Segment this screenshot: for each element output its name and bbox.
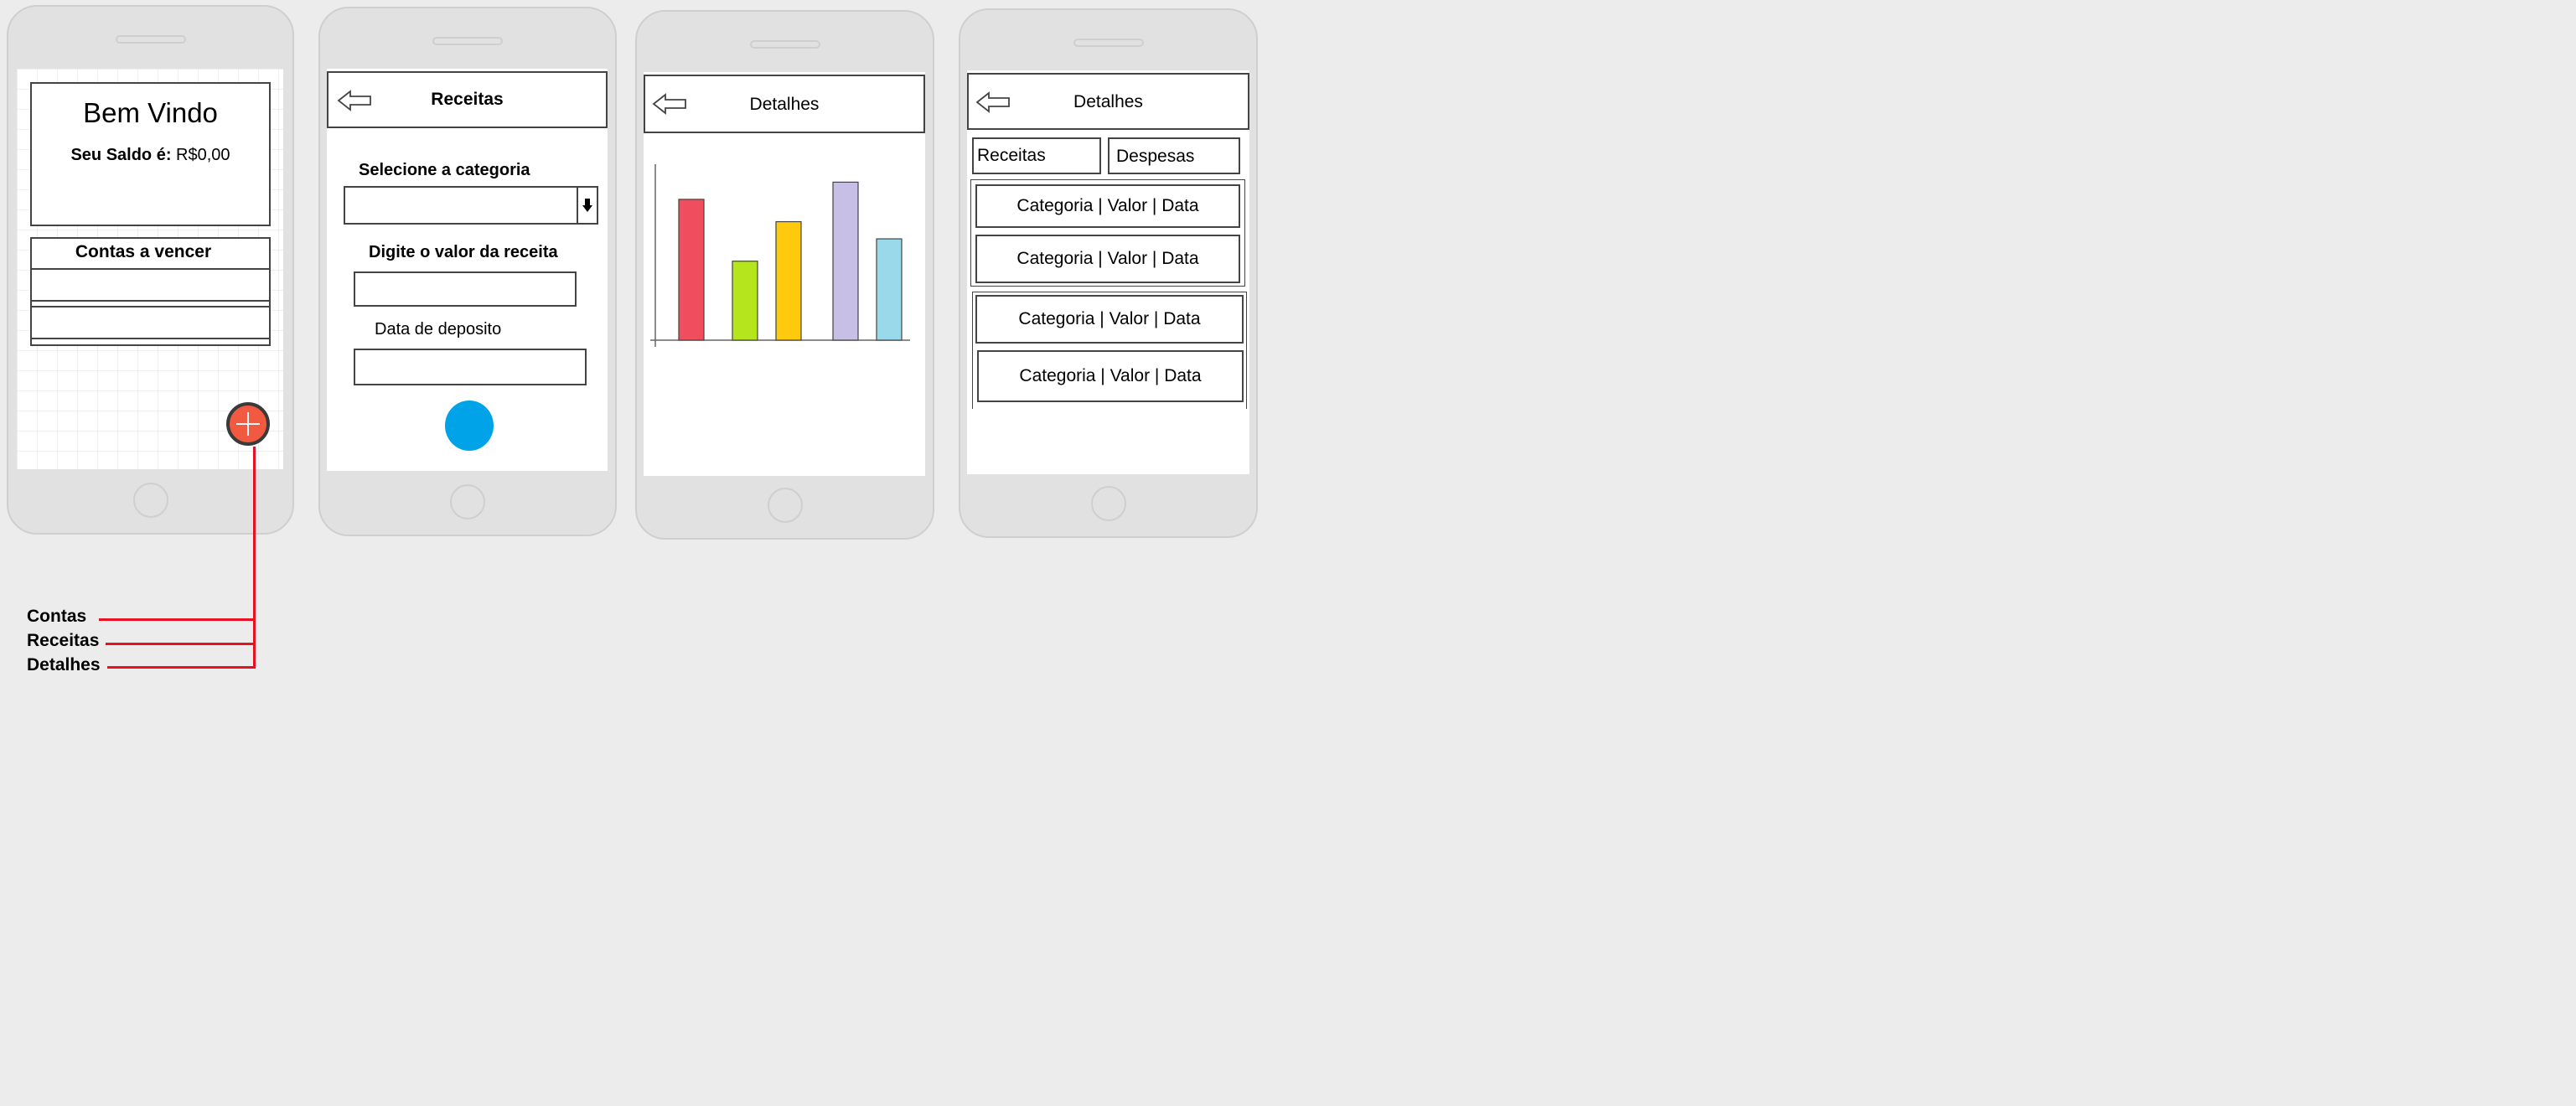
plus-icon-stroke — [247, 412, 249, 436]
value-label: Digite o valor da receita — [369, 243, 558, 261]
dropdown-toggle[interactable] — [577, 188, 597, 223]
tab-despesas-label: Despesas — [1116, 147, 1195, 166]
tab-receitas-label: Receitas — [977, 146, 1046, 165]
value-input[interactable] — [354, 271, 577, 307]
balance-value: R$0,00 — [176, 146, 230, 164]
add-fab-button[interactable] — [226, 402, 270, 446]
chart-bar — [876, 238, 903, 341]
bill-item[interactable] — [30, 268, 271, 302]
category-select[interactable] — [344, 186, 598, 225]
screen-income-form: Receitas Selecione a categoria Digite o … — [327, 69, 608, 471]
welcome-title: Bem Vindo — [83, 97, 218, 128]
bills-title: Contas a vencer — [75, 242, 212, 261]
chart-bar — [678, 199, 705, 341]
annotation-connector — [253, 447, 256, 668]
list-header: Detalhes — [967, 73, 1249, 130]
fab-menu-item-detalhes: Detalhes — [27, 655, 101, 674]
list-item[interactable]: Categoria | Valor | Data — [975, 184, 1240, 228]
chart-title: Detalhes — [749, 95, 820, 114]
annotation-connector — [99, 618, 256, 621]
list-item[interactable]: Categoria | Valor | Data — [977, 350, 1244, 402]
chart-header: Detalhes — [644, 75, 925, 133]
screen-home: Bem Vindo Seu Saldo é: R$0,00 Contas a v… — [17, 69, 283, 469]
phone-speaker — [432, 37, 503, 45]
phone-speaker — [1073, 39, 1144, 47]
wireframe-canvas: Bem Vindo Seu Saldo é: R$0,00 Contas a v… — [0, 0, 2576, 1106]
bill-item[interactable] — [30, 306, 271, 339]
list-item[interactable]: Categoria | Valor | Data — [975, 235, 1240, 283]
screen-details-chart: Detalhes — [644, 72, 925, 476]
tab-despesas[interactable]: Despesas — [1108, 137, 1240, 174]
balance-label: Seu Saldo é: — [70, 146, 172, 164]
date-input[interactable] — [354, 349, 587, 385]
arrow-down-icon — [582, 199, 592, 212]
income-header: Receitas — [327, 71, 608, 128]
list-title: Detalhes — [1073, 92, 1143, 111]
category-label: Selecione a categoria — [359, 161, 530, 179]
fab-menu-item-receitas: Receitas — [27, 631, 100, 650]
list-item[interactable]: Categoria | Valor | Data — [975, 295, 1244, 344]
tab-receitas[interactable]: Receitas — [972, 137, 1101, 174]
phone-speaker — [115, 35, 186, 44]
balance-line: Seu Saldo é: R$0,00 — [32, 146, 269, 165]
phone-home-button[interactable] — [132, 483, 168, 518]
submit-button[interactable] — [445, 401, 494, 451]
chart-bar — [832, 181, 859, 341]
chart-bar — [732, 261, 758, 341]
annotation-connector — [107, 666, 256, 669]
screen-details-list: Detalhes Receitas Despesas Categoria | V… — [967, 70, 1249, 474]
phone-home-button[interactable] — [450, 484, 485, 519]
fab-menu-item-contas: Contas — [27, 607, 87, 626]
annotation-connector — [106, 643, 256, 645]
chart-bar — [775, 220, 802, 341]
bar-chart — [650, 164, 910, 347]
phone-speaker — [749, 40, 820, 49]
phone-home-button[interactable] — [767, 488, 803, 523]
date-label: Data de deposito — [375, 320, 502, 339]
phone-home-button[interactable] — [1090, 486, 1126, 521]
welcome-card: Bem Vindo Seu Saldo é: R$0,00 — [30, 82, 271, 226]
income-title: Receitas — [431, 90, 504, 109]
